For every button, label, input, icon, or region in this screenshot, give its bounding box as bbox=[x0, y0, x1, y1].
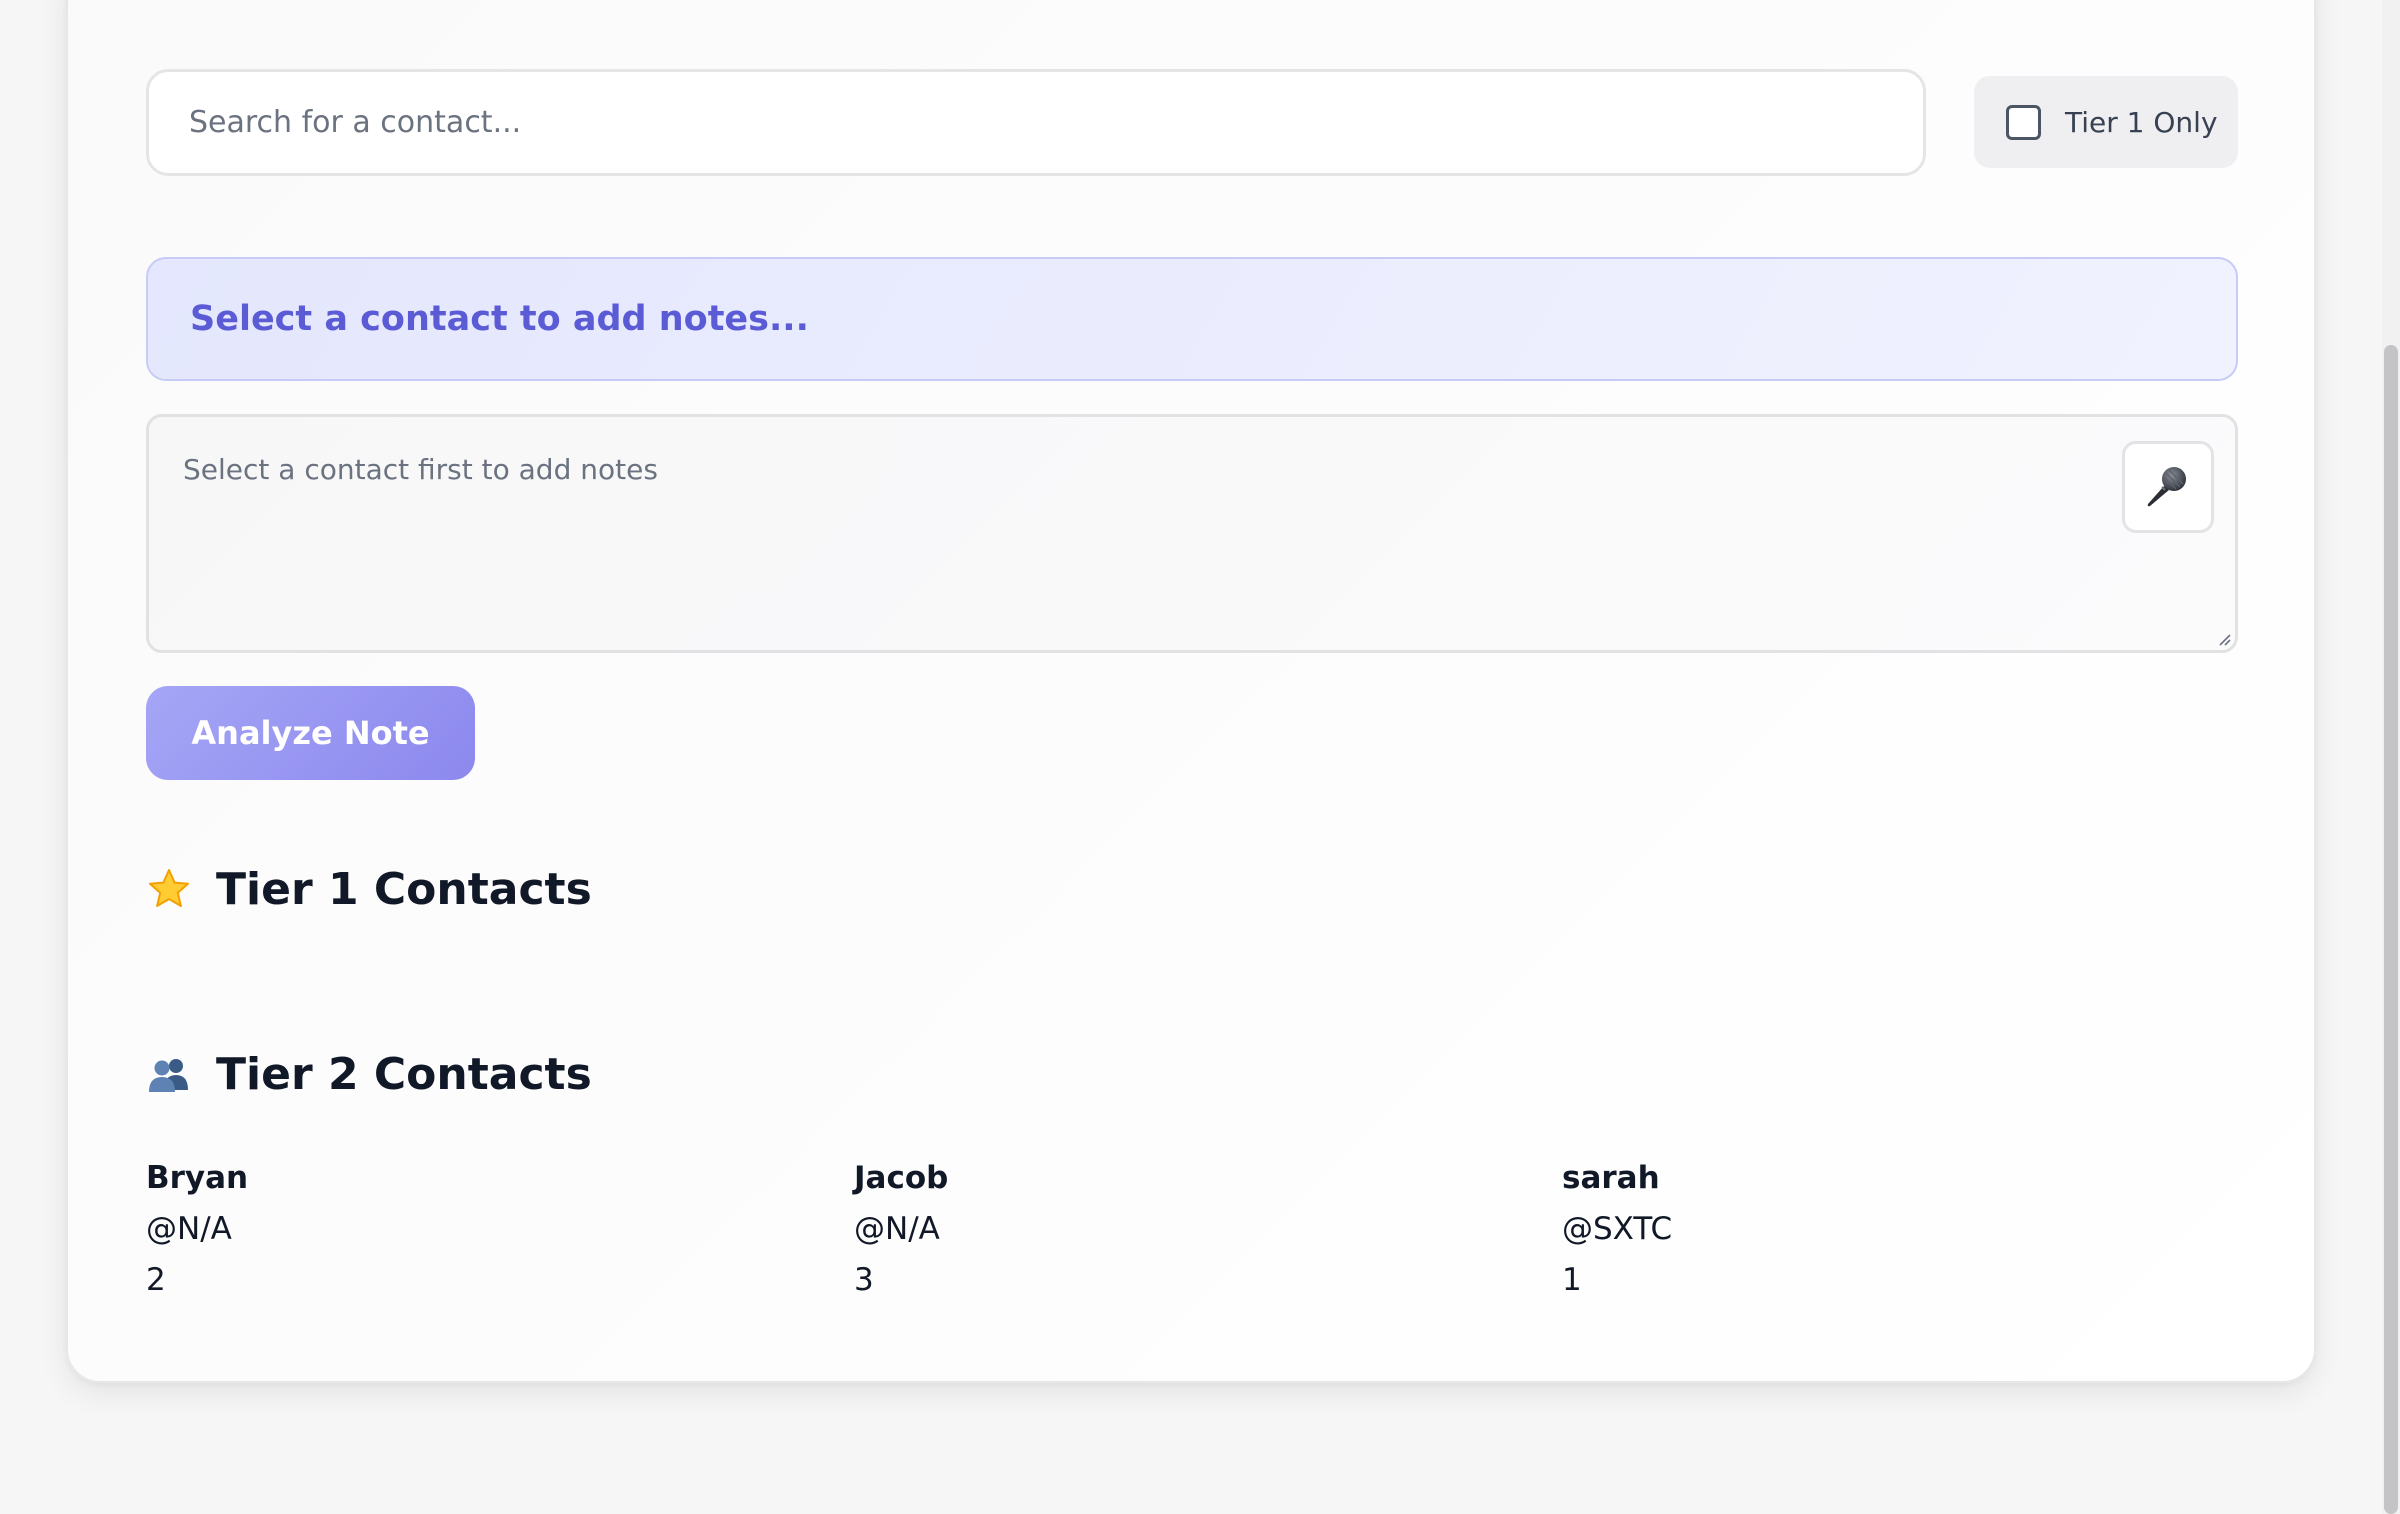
contact-card[interactable]: Jacob @N/A 3 bbox=[854, 1152, 1454, 1306]
tier1-only-checkbox[interactable] bbox=[2006, 104, 2041, 140]
contact-count: 3 bbox=[854, 1262, 874, 1298]
scrollbar-track[interactable] bbox=[2382, 0, 2400, 1514]
selected-contact-banner: Select a contact to add notes... bbox=[146, 257, 2238, 381]
analyze-note-button[interactable]: Analyze Note bbox=[146, 686, 475, 780]
notes-textarea[interactable] bbox=[149, 417, 2235, 650]
tier2-heading: Tier 2 Contacts bbox=[216, 1048, 592, 1100]
contact-name: Jacob bbox=[854, 1160, 949, 1196]
contact-name: sarah bbox=[1562, 1160, 1660, 1196]
contact-handle: @SXTC bbox=[1562, 1211, 1673, 1247]
tier2-section-heading: Tier 2 Contacts bbox=[146, 1044, 592, 1104]
voice-input-button[interactable] bbox=[2122, 441, 2214, 533]
scrollbar-thumb[interactable] bbox=[2384, 345, 2398, 1514]
search-input[interactable] bbox=[146, 69, 1926, 176]
contact-count: 2 bbox=[146, 1262, 166, 1298]
resize-handle-icon[interactable] bbox=[2217, 632, 2231, 646]
people-icon bbox=[146, 1051, 192, 1097]
contact-count: 1 bbox=[1562, 1262, 1582, 1298]
tier1-heading: Tier 1 Contacts bbox=[216, 863, 592, 915]
contact-card[interactable]: sarah @SXTC 1 bbox=[1562, 1152, 2162, 1306]
contact-name: Bryan bbox=[146, 1160, 249, 1196]
selected-contact-prompt: Select a contact to add notes... bbox=[190, 299, 809, 339]
contact-handle: @N/A bbox=[146, 1211, 232, 1247]
tier1-only-toggle[interactable]: Tier 1 Only bbox=[1974, 76, 2238, 168]
star-icon bbox=[146, 866, 192, 912]
tier1-only-label: Tier 1 Only bbox=[2065, 105, 2218, 139]
contact-handle: @N/A bbox=[854, 1211, 940, 1247]
microphone-icon bbox=[2142, 459, 2194, 515]
contact-card[interactable]: Bryan @N/A 2 bbox=[146, 1152, 746, 1306]
tier1-section-heading: Tier 1 Contacts bbox=[146, 859, 592, 919]
notes-field-container bbox=[146, 414, 2238, 653]
